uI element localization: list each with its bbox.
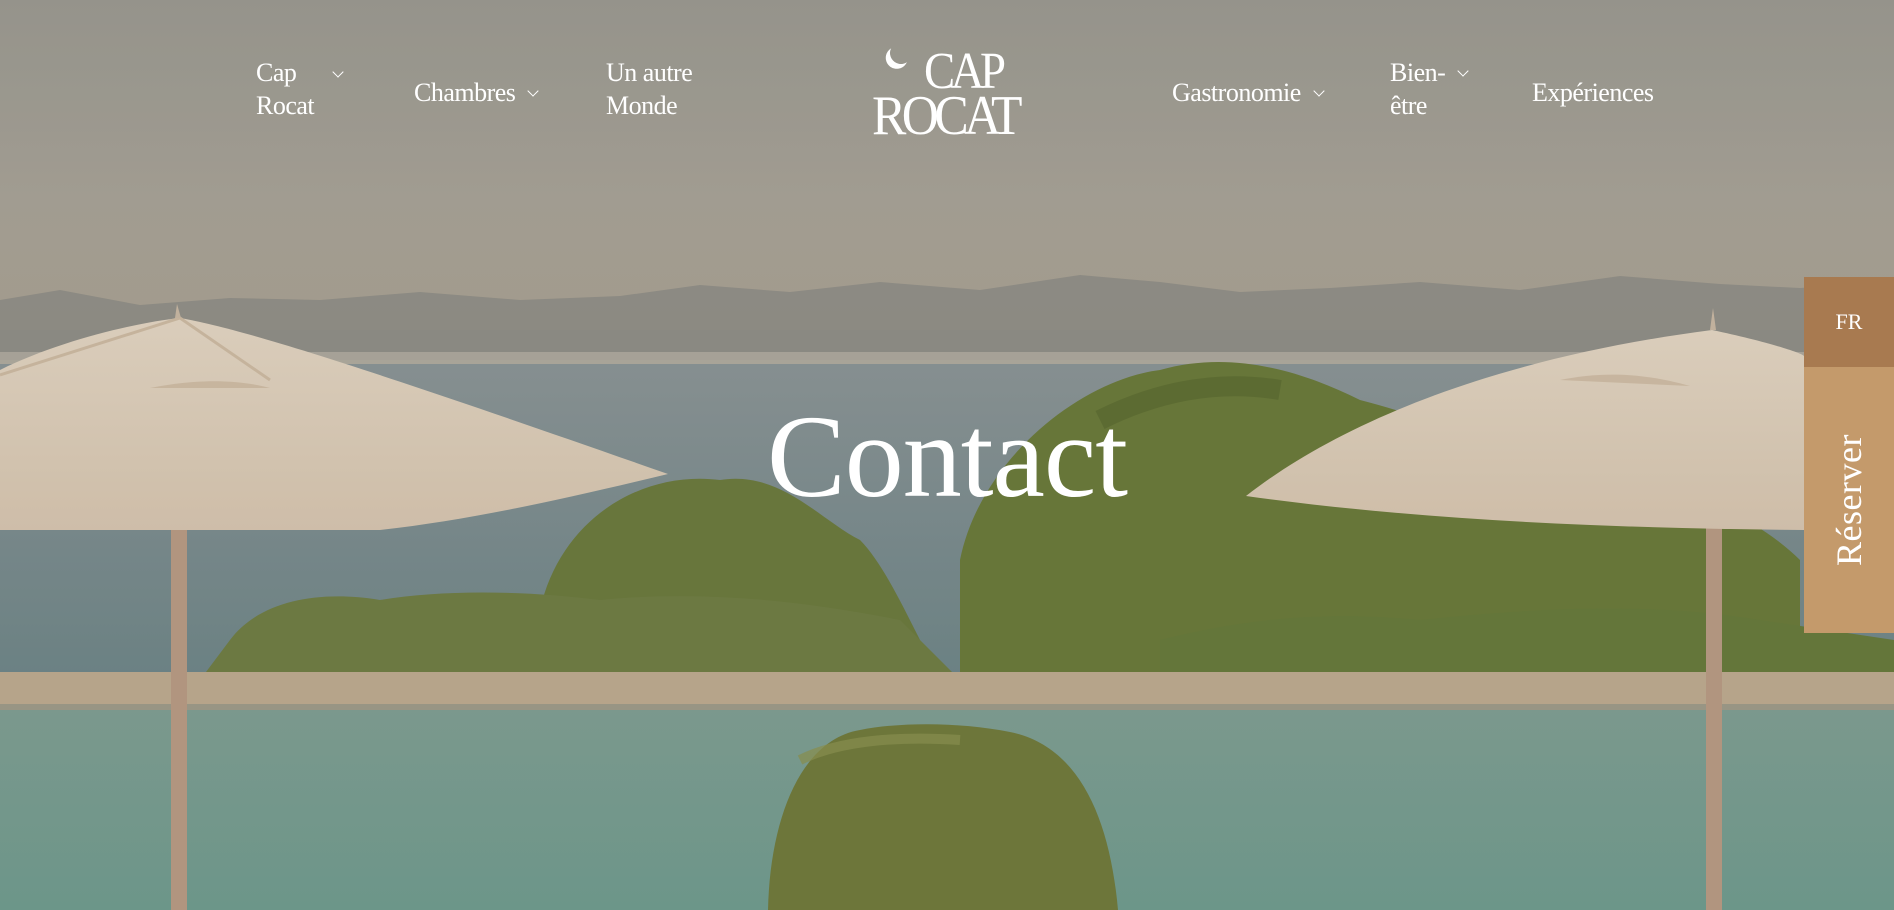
- language-switcher[interactable]: FR: [1804, 277, 1894, 367]
- nav-label: Chambres: [414, 78, 516, 107]
- nav-item-chambres[interactable]: Chambres: [414, 76, 540, 109]
- side-panel: FR Réserver: [1804, 277, 1894, 633]
- chevron-down-icon: [1313, 85, 1325, 97]
- nav-label-line: être: [1390, 91, 1427, 120]
- nav-item-cap-rocat[interactable]: Cap Rocat: [256, 56, 366, 122]
- nav-label-line: Un autre: [606, 58, 693, 87]
- crescent-moon-icon: [888, 40, 913, 65]
- nav-item-experiences[interactable]: Expériences: [1532, 76, 1654, 109]
- nav-label-line: Bien-: [1390, 58, 1446, 87]
- chevron-down-icon: [332, 66, 344, 78]
- nav-label: Cap Rocat: [256, 56, 315, 122]
- nav-label-line: Monde: [606, 91, 678, 120]
- main-navigation: Cap Rocat Chambres Un autre Monde CAP RO…: [0, 0, 1894, 190]
- nav-label: Un autre Monde: [606, 56, 693, 122]
- nav-label-line: Cap: [256, 58, 297, 87]
- page-title: Contact: [766, 391, 1128, 522]
- logo-text-rocat: ROCAT: [872, 85, 1022, 147]
- chevron-down-icon: [1457, 65, 1469, 77]
- nav-label: Bien- être: [1390, 56, 1446, 122]
- nav-item-bien-etre[interactable]: Bien- être: [1390, 56, 1500, 122]
- cap-rocat-logo[interactable]: CAP ROCAT: [870, 38, 1022, 145]
- nav-label: Gastronomie: [1172, 78, 1301, 107]
- reserve-label: Réserver: [1829, 434, 1869, 566]
- nav-item-gastronomie[interactable]: Gastronomie: [1172, 76, 1325, 109]
- chevron-down-icon: [527, 85, 540, 97]
- reserve-button[interactable]: Réserver: [1804, 367, 1894, 633]
- nav-item-un-autre-monde[interactable]: Un autre Monde: [606, 56, 736, 122]
- nav-label: Expériences: [1532, 78, 1654, 107]
- nav-label-line: Rocat: [256, 91, 315, 120]
